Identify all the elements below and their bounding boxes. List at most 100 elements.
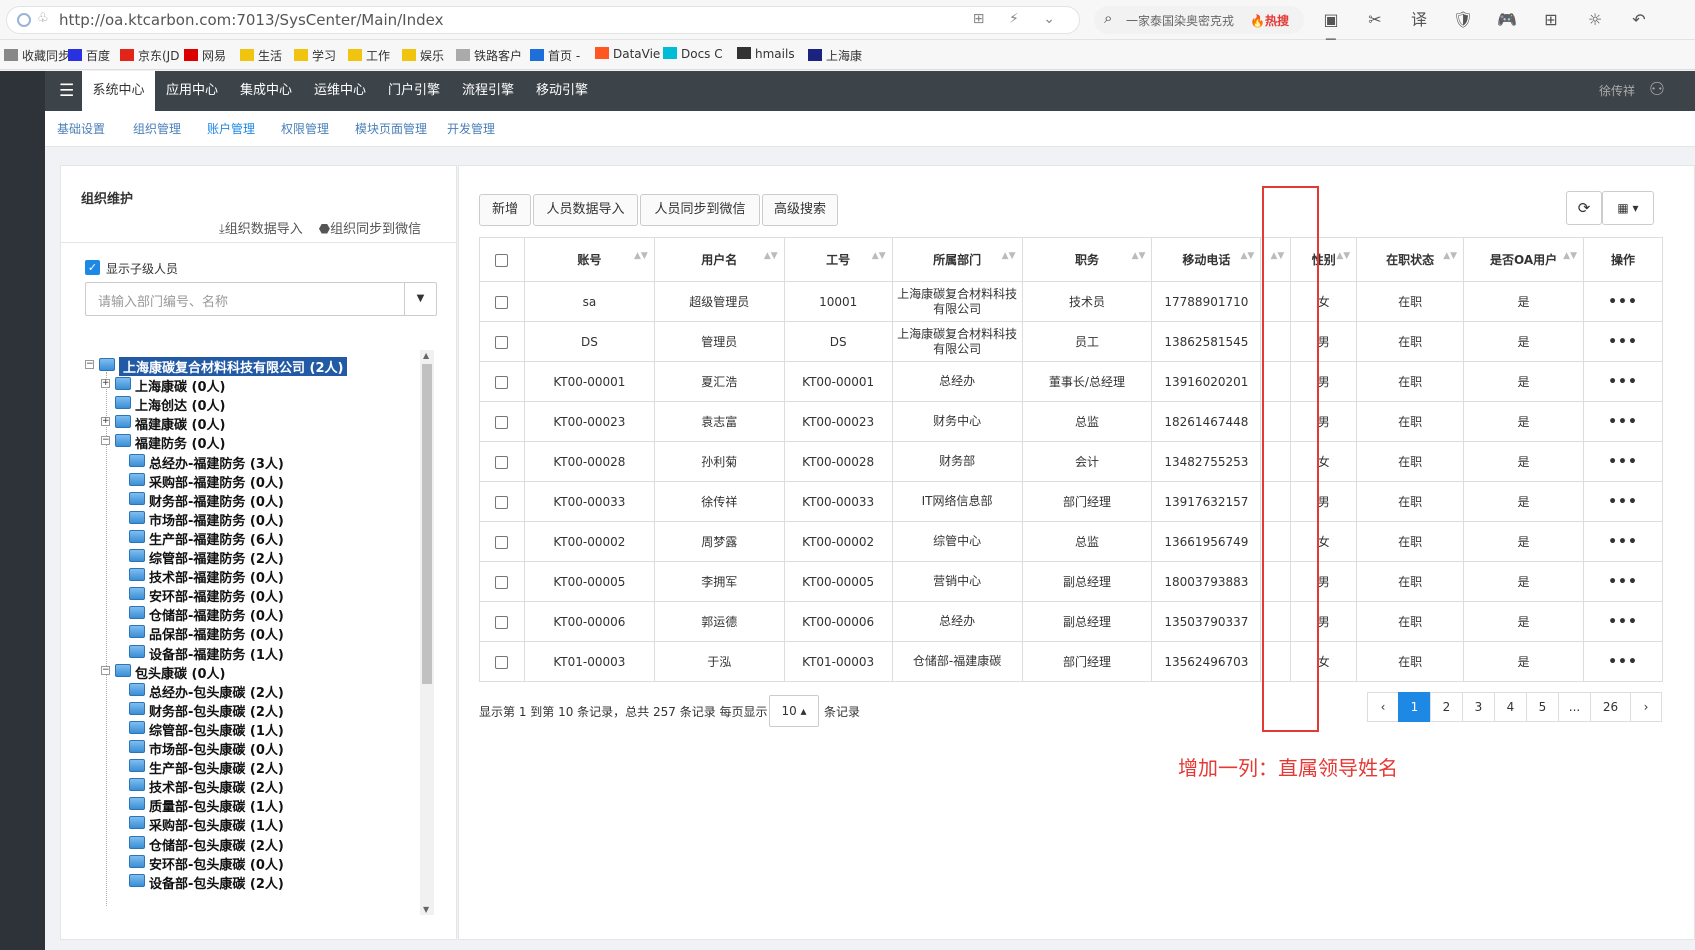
bookmark-item[interactable]: hmails bbox=[737, 47, 795, 61]
tree-node[interactable]: 仓储部-包头康碳 (2人) bbox=[85, 834, 420, 854]
scroll-thumb[interactable] bbox=[422, 364, 432, 684]
tree-node-label[interactable]: 品保部-福建防务 (0人) bbox=[149, 624, 284, 643]
subnav-tab[interactable]: 组织管理 bbox=[133, 120, 181, 137]
tree-node[interactable]: 综管部-福建防务 (2人) bbox=[85, 547, 420, 567]
current-user-name[interactable]: 徐传祥 bbox=[1599, 82, 1635, 99]
bookmark-item[interactable]: 京东(JD bbox=[120, 47, 179, 64]
nav-tab[interactable]: 集成中心 bbox=[229, 71, 303, 111]
row-checkbox[interactable] bbox=[495, 535, 509, 549]
tree-node-label[interactable]: 财务部-包头康碳 (2人) bbox=[149, 701, 284, 720]
column-header[interactable]: 移动电话 ▲▼ bbox=[1151, 237, 1262, 282]
bookmark-item[interactable]: 娱乐 bbox=[402, 47, 444, 64]
tree-node[interactable]: + 上海康碳 (0人) bbox=[85, 375, 420, 395]
more-actions-icon[interactable]: ••• bbox=[1608, 494, 1638, 510]
tree-node[interactable]: 安环部-福建防务 (0人) bbox=[85, 585, 420, 605]
browser-search-box[interactable]: ⌕ 一家泰国染奥密克戎 🔥热搜 bbox=[1094, 6, 1304, 34]
extension-icon[interactable]: ⊞ bbox=[1540, 9, 1562, 31]
toolbar-button[interactable]: 高级搜索 bbox=[762, 194, 838, 226]
tree-node[interactable]: 设备部-福建防务 (1人) bbox=[85, 643, 420, 663]
more-actions-icon[interactable]: ••• bbox=[1608, 574, 1638, 590]
scroll-up-icon[interactable]: ▲ bbox=[423, 351, 429, 360]
url-text[interactable]: http://oa.ktcarbon.com:7013/SysCenter/Ma… bbox=[59, 11, 443, 29]
bookmark-item[interactable]: 生活 bbox=[240, 47, 282, 64]
subnav-tab[interactable]: 权限管理 bbox=[281, 120, 329, 137]
page-button[interactable]: ... bbox=[1558, 692, 1591, 722]
tree-node-label[interactable]: 包头康碳 (0人) bbox=[135, 663, 225, 682]
bookmark-item[interactable]: 学习 bbox=[294, 47, 336, 64]
dept-search-select[interactable]: 请输入部门编号、名称 ▼ bbox=[85, 282, 437, 316]
page-button[interactable]: 26 bbox=[1590, 692, 1631, 722]
row-checkbox[interactable] bbox=[495, 335, 509, 349]
site-settings-icon[interactable]: ♧ bbox=[37, 11, 49, 26]
nav-tab[interactable]: 门户引擎 bbox=[377, 71, 451, 111]
column-header[interactable]: 操作 bbox=[1583, 237, 1663, 282]
subnav-tab[interactable]: 开发管理 bbox=[447, 120, 495, 137]
nav-tab[interactable]: 运维中心 bbox=[303, 71, 377, 111]
more-actions-icon[interactable]: ••• bbox=[1608, 334, 1638, 350]
toolbar-button[interactable]: 新增 bbox=[479, 194, 531, 226]
column-header[interactable]: 账号 ▲▼ bbox=[523, 237, 655, 282]
extension-icon[interactable]: 译 bbox=[1408, 9, 1430, 31]
bookmark-item[interactable]: 网易 bbox=[184, 47, 226, 64]
column-header[interactable]: 所属部门 ▲▼ bbox=[891, 237, 1023, 282]
tree-node-label[interactable]: 综管部-福建防务 (2人) bbox=[149, 548, 284, 567]
tree-node-label[interactable]: 福建防务 (0人) bbox=[135, 433, 225, 452]
address-bar-tools-icon[interactable]: ⊞ ⚡ ⌄ bbox=[973, 11, 1065, 27]
column-header[interactable]: 工号 ▲▼ bbox=[783, 237, 893, 282]
table-row[interactable]: KT00-00006 郭运德 KT00-00006 总经办 副总经理 1350379033… bbox=[479, 601, 1663, 642]
sort-icon[interactable]: ▲▼ bbox=[634, 252, 648, 261]
tree-node-label[interactable]: 技术部-福建防务 (0人) bbox=[149, 567, 284, 586]
tree-node[interactable]: 技术部-福建防务 (0人) bbox=[85, 566, 420, 586]
address-bar[interactable]: ♧ http://oa.ktcarbon.com:7013/SysCenter/… bbox=[6, 6, 1080, 34]
nav-tab[interactable]: 应用中心 bbox=[155, 71, 229, 111]
more-actions-icon[interactable]: ••• bbox=[1608, 294, 1638, 310]
menu-icon[interactable]: ☰ bbox=[59, 81, 74, 101]
bookmark-item[interactable]: Docs C bbox=[663, 47, 723, 61]
tree-node-label[interactable]: 福建康碳 (0人) bbox=[135, 414, 225, 433]
tree-node-label[interactable]: 生产部-福建防务 (6人) bbox=[149, 529, 284, 548]
page-button[interactable]: 5 bbox=[1526, 692, 1559, 722]
tree-node[interactable]: 采购部-福建防务 (0人) bbox=[85, 471, 420, 491]
subnav-tab[interactable]: 账户管理 bbox=[207, 120, 255, 137]
bookmark-item[interactable]: 工作 bbox=[348, 47, 390, 64]
page-size-select[interactable]: 10 ▴ bbox=[769, 695, 819, 727]
user-icon[interactable]: ⚇ bbox=[1649, 79, 1665, 100]
table-row[interactable]: KT00-00001 夏汇浩 KT00-00001 总经办 董事长/总经理 1391602… bbox=[479, 361, 1663, 402]
tree-node[interactable]: 生产部-包头康碳 (2人) bbox=[85, 757, 420, 777]
table-row[interactable]: KT01-00003 于泓 KT01-00003 仓储部-福建康碳 部门经理 135624… bbox=[479, 641, 1663, 682]
row-checkbox[interactable] bbox=[495, 295, 509, 309]
more-actions-icon[interactable]: ••• bbox=[1608, 374, 1638, 390]
tree-node-label[interactable]: 设备部-福建防务 (1人) bbox=[149, 644, 284, 663]
tree-node[interactable]: − 包头康碳 (0人) bbox=[85, 662, 420, 682]
table-row[interactable]: sa 超级管理员 10001 上海康碳复合材料科技有限公司 技术员 17788901710… bbox=[479, 281, 1663, 322]
tree-node[interactable]: 技术部-包头康碳 (2人) bbox=[85, 776, 420, 796]
extension-icon[interactable]: ☼ bbox=[1584, 9, 1606, 31]
row-checkbox[interactable] bbox=[495, 415, 509, 429]
tree-node[interactable]: 上海创达 (0人) bbox=[85, 394, 420, 414]
show-sub-staff-checkbox[interactable]: ✓ bbox=[85, 260, 100, 275]
tree-node[interactable]: − 上海康碳复合材料科技有限公司 (2人) bbox=[85, 356, 420, 376]
extension-icon[interactable]: 🎮 bbox=[1496, 9, 1518, 31]
tree-node-label[interactable]: 市场部-包头康碳 (0人) bbox=[149, 739, 284, 758]
tree-node-label[interactable]: 上海创达 (0人) bbox=[135, 395, 225, 414]
tree-node-label[interactable]: 生产部-包头康碳 (2人) bbox=[149, 758, 284, 777]
tree-node[interactable]: 仓储部-福建防务 (0人) bbox=[85, 604, 420, 624]
column-header[interactable]: 职务 ▲▼ bbox=[1021, 237, 1153, 282]
tree-node-label[interactable]: 上海康碳 (0人) bbox=[135, 376, 225, 395]
page-button[interactable]: 4 bbox=[1494, 692, 1527, 722]
more-actions-icon[interactable]: ••• bbox=[1608, 414, 1638, 430]
sort-icon[interactable]: ▲▼ bbox=[764, 252, 778, 261]
next-page-button[interactable]: › bbox=[1630, 692, 1662, 722]
toolbar-button[interactable]: 人员同步到微信 bbox=[640, 194, 760, 226]
columns-toggle-button[interactable]: ▦ ▾ bbox=[1602, 191, 1654, 225]
table-row[interactable]: KT00-00023 袁志富 KT00-00023 财务中心 总监 18261467448… bbox=[479, 401, 1663, 442]
bookmark-item[interactable]: 首页 - bbox=[530, 47, 580, 64]
subnav-tab[interactable]: 模块页面管理 bbox=[355, 120, 427, 137]
tree-node-label[interactable]: 总经办-包头康碳 (2人) bbox=[149, 682, 284, 701]
tree-node[interactable]: 总经办-福建防务 (3人) bbox=[85, 452, 420, 472]
sort-icon[interactable]: ▲▼ bbox=[872, 252, 886, 261]
scroll-down-icon[interactable]: ▼ bbox=[423, 905, 429, 914]
tree-node[interactable]: 财务部-福建防务 (0人) bbox=[85, 490, 420, 510]
collapse-icon[interactable]: − bbox=[85, 360, 94, 369]
tree-node[interactable]: 财务部-包头康碳 (2人) bbox=[85, 700, 420, 720]
